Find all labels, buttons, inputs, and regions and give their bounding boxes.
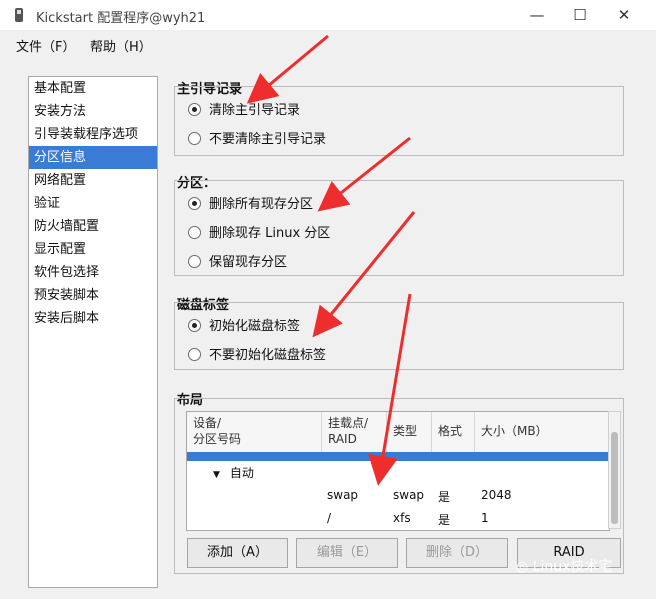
row1-size: 2048 bbox=[481, 488, 512, 502]
row2-type: xfs bbox=[393, 511, 411, 525]
add-button[interactable]: 添加（A） bbox=[187, 538, 288, 568]
radio-icon[interactable] bbox=[188, 255, 201, 268]
mbr-clear-label: 清除主引导记录 bbox=[209, 103, 301, 118]
column-header-device[interactable]: 设备/ 分区号码 bbox=[187, 412, 322, 452]
partition-keep-label: 保留现存分区 bbox=[209, 255, 288, 270]
row1-type: swap bbox=[393, 488, 425, 502]
radio-icon[interactable] bbox=[188, 226, 201, 239]
close-button[interactable]: ✕ bbox=[609, 5, 639, 25]
radio-checked-icon[interactable] bbox=[188, 197, 201, 210]
row1-format: 是 bbox=[438, 490, 451, 504]
sidebar-item-post-script[interactable]: 安装后脚本 bbox=[29, 307, 157, 330]
watermark: ◎ Linux技术宅 bbox=[516, 556, 612, 576]
column-header-size[interactable]: 大小（MB） bbox=[475, 412, 609, 452]
mbr-keep-label: 不要清除主引导记录 bbox=[209, 132, 327, 147]
minimize-button[interactable]: — bbox=[522, 5, 552, 25]
column-header-mount[interactable]: 挂载点/ RAID bbox=[322, 412, 387, 452]
sidebar-item-display[interactable]: 显示配置 bbox=[29, 238, 157, 261]
disklabel-noinit-option[interactable]: 不要初始化磁盘标签 bbox=[188, 345, 326, 367]
maximize-button[interactable]: ☐ bbox=[565, 5, 595, 25]
mbr-keep-option[interactable]: 不要清除主引导记录 bbox=[188, 129, 326, 151]
menu-help[interactable]: 帮助（H） bbox=[90, 36, 152, 55]
sidebar-item-network[interactable]: 网络配置 bbox=[29, 169, 157, 192]
radio-checked-icon[interactable] bbox=[188, 319, 201, 332]
menu-file[interactable]: 文件（F） bbox=[16, 36, 75, 55]
disklabel-init-label: 初始化磁盘标签 bbox=[209, 319, 301, 334]
radio-icon[interactable] bbox=[188, 132, 201, 145]
watermark-text: Linux技术宅 bbox=[532, 559, 613, 575]
disklabel-init-option[interactable]: 初始化磁盘标签 bbox=[188, 316, 300, 338]
row2-mount: / bbox=[327, 511, 332, 525]
row2-size: 1 bbox=[481, 511, 489, 525]
partition-delete-all-option[interactable]: 删除所有现存分区 bbox=[188, 194, 313, 216]
radio-icon[interactable] bbox=[188, 348, 201, 361]
sidebar-item-basic[interactable]: 基本配置 bbox=[29, 77, 157, 100]
row1-mount: swap bbox=[327, 488, 359, 502]
column-header-format[interactable]: 格式 bbox=[432, 412, 475, 452]
sidebar-nav: 基本配置 安装方法 引导装载程序选项 分区信息 网络配置 验证 防火墙配置 显示… bbox=[28, 76, 158, 588]
partition-keep-option[interactable]: 保留现存分区 bbox=[188, 252, 287, 274]
auto-label: 自动 bbox=[229, 466, 254, 480]
window-title: Kickstart 配置程序@wyh21 bbox=[36, 11, 206, 26]
sidebar-item-auth[interactable]: 验证 bbox=[29, 192, 157, 215]
partition-delete-all-label: 删除所有现存分区 bbox=[209, 197, 314, 212]
column-header-type[interactable]: 类型 bbox=[387, 412, 432, 452]
radio-checked-icon[interactable] bbox=[188, 103, 201, 116]
partition-delete-linux-option[interactable]: 删除现存 Linux 分区 bbox=[188, 223, 330, 245]
edit-button[interactable]: 编辑（E） bbox=[296, 538, 398, 568]
mbr-clear-option[interactable]: 清除主引导记录 bbox=[188, 100, 300, 122]
partition-table[interactable]: 设备/ 分区号码 挂载点/ RAID 类型 格式 大小（MB） ▼ 自动 swap… bbox=[186, 411, 610, 531]
table-scrollbar-thumb[interactable] bbox=[611, 432, 618, 524]
sidebar-item-firewall[interactable]: 防火墙配置 bbox=[29, 215, 157, 238]
triangle-down-icon[interactable]: ▼ bbox=[213, 470, 220, 480]
row2-format: 是 bbox=[438, 513, 451, 527]
app-icon bbox=[15, 8, 23, 22]
disklabel-noinit-label: 不要初始化磁盘标签 bbox=[209, 348, 327, 363]
table-row-selected[interactable] bbox=[187, 452, 609, 461]
sidebar-item-install-method[interactable]: 安装方法 bbox=[29, 100, 157, 123]
sidebar-item-packages[interactable]: 软件包选择 bbox=[29, 261, 157, 284]
delete-button[interactable]: 删除（D） bbox=[406, 538, 508, 568]
sidebar-item-partition[interactable]: 分区信息 bbox=[29, 146, 157, 169]
tree-expander[interactable]: ▼ 自动 bbox=[213, 464, 254, 481]
partition-delete-linux-label: 删除现存 Linux 分区 bbox=[209, 226, 331, 241]
sidebar-item-bootloader[interactable]: 引导装载程序选项 bbox=[29, 123, 157, 146]
sidebar-item-pre-script[interactable]: 预安装脚本 bbox=[29, 284, 157, 307]
wechat-icon: ◎ bbox=[516, 559, 529, 575]
